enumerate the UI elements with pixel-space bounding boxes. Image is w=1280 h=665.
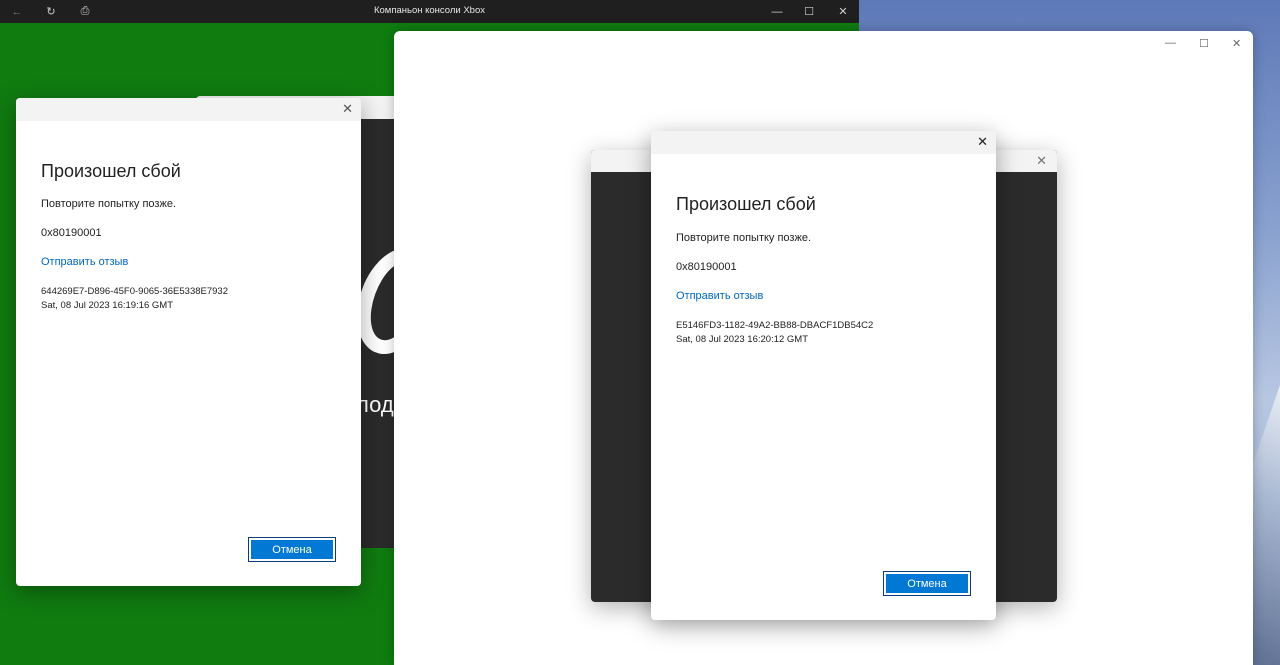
close-button[interactable]: ✕: [828, 0, 858, 23]
dialog-titlebar: ✕: [651, 131, 996, 154]
maximize-button[interactable]: ☐: [1199, 37, 1209, 50]
error-code: 0x80190001: [676, 261, 737, 273]
cancel-button[interactable]: Отмена: [883, 571, 971, 596]
minimize-button[interactable]: —: [1165, 37, 1176, 49]
error-timestamp: Sat, 08 Jul 2023 16:19:16 GMT: [41, 300, 174, 311]
error-timestamp: Sat, 08 Jul 2023 16:20:12 GMT: [676, 334, 809, 345]
dialog-titlebar: ✕: [16, 98, 361, 121]
dialog-close-icon[interactable]: ✕: [342, 101, 353, 117]
close-button[interactable]: ✕: [1232, 37, 1241, 50]
dialog-close-icon[interactable]: ✕: [977, 134, 988, 150]
minimize-button[interactable]: —: [762, 0, 792, 23]
error-dialog-left: ✕ Произошел сбой Повторите попытку позже…: [16, 98, 361, 586]
error-message: Повторите попытку позже.: [676, 232, 812, 244]
xbox-titlebar: ← ↻ ⎙ Компаньон консоли Xbox — ☐ ✕: [0, 0, 859, 23]
feedback-link[interactable]: Отправить отзыв: [41, 256, 128, 268]
correlation-id: 644269E7-D896-45F0-9065-36E5338E7932: [41, 286, 228, 297]
window-title: Компаньон консоли Xbox: [373, 5, 485, 16]
error-code: 0x80190001: [41, 227, 102, 239]
error-heading: Произошел сбой: [676, 194, 816, 214]
background-dialog-close-icon[interactable]: ✕: [1036, 153, 1047, 169]
error-dialog-right: ✕ Произошел сбой Повторите попытку позже…: [651, 131, 996, 620]
error-heading: Произошел сбой: [41, 161, 181, 181]
correlation-id: E5146FD3-1182-49A2-BB88-DBACF1DB54C2: [676, 320, 874, 331]
feedback-link[interactable]: Отправить отзыв: [676, 290, 763, 302]
maximize-button[interactable]: ☐: [794, 0, 824, 23]
cancel-button[interactable]: Отмена: [248, 537, 336, 562]
error-message: Повторите попытку позже.: [41, 198, 177, 210]
